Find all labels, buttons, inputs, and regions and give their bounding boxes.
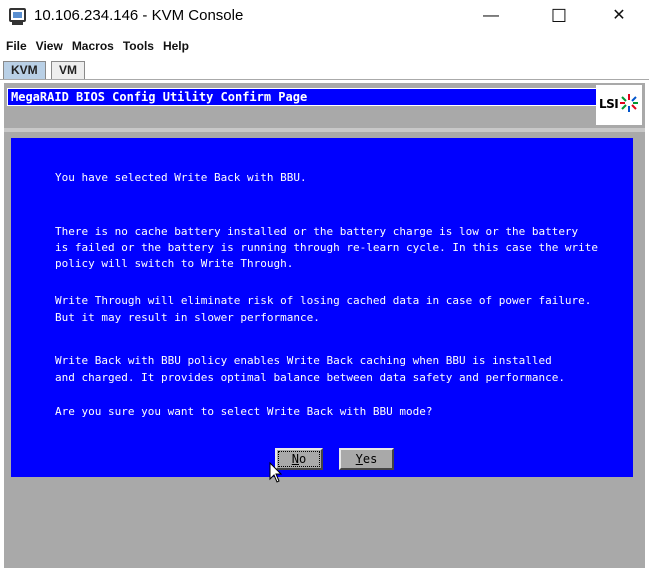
mouse-pointer-icon — [269, 462, 283, 483]
menu-tools[interactable]: Tools — [123, 36, 154, 56]
dialog-line: Write Through will eliminate risk of los… — [55, 294, 592, 307]
bios-header-bar: MegaRAID BIOS Config Utility Confirm Pag… — [7, 88, 597, 106]
title-bar: 10.106.234.146 - KVM Console — ☐ ✕ — [0, 0, 649, 32]
yes-button-label: es — [362, 452, 378, 466]
minimize-button[interactable]: — — [468, 0, 514, 32]
dialog-line: policy will switch to Write Through. — [55, 257, 294, 270]
monitor-icon — [9, 8, 26, 22]
dialog-line: There is no cache battery installed or t… — [55, 225, 579, 238]
bios-header-title: MegaRAID BIOS Config Utility Confirm Pag… — [11, 90, 308, 104]
menu-macros[interactable]: Macros — [72, 36, 114, 56]
no-button-hotkey: N — [291, 452, 299, 466]
window-title: 10.106.234.146 - KVM Console — [34, 7, 244, 24]
tab-strip: KVM VM — [0, 59, 649, 80]
dialog-line: You have selected Write Back with BBU. — [55, 171, 307, 184]
tab-kvm[interactable]: KVM — [3, 61, 46, 79]
dialog-line: and charged. It provides optimal balance… — [55, 371, 565, 384]
lsi-logo-text: LSI — [599, 97, 619, 111]
dialog-line: Write Back with BBU policy enables Write… — [55, 354, 552, 367]
confirm-dialog: You have selected Write Back with BBU. T… — [11, 138, 633, 477]
no-button-label: o — [299, 452, 307, 466]
menu-help[interactable]: Help — [163, 36, 189, 56]
dialog-line: Are you sure you want to select Write Ba… — [55, 405, 433, 418]
lsi-logo-mark-icon — [620, 94, 638, 112]
maximize-button[interactable]: ☐ — [536, 0, 582, 32]
kvm-screen[interactable]: MegaRAID BIOS Config Utility Confirm Pag… — [4, 83, 645, 568]
lsi-logo: LSI — [596, 85, 642, 125]
menu-file[interactable]: File — [6, 36, 27, 56]
monitor-stand — [12, 22, 23, 25]
yes-button[interactable]: Yes — [339, 448, 394, 470]
dialog-line: is failed or the battery is running thro… — [55, 241, 599, 254]
yes-button-hotkey: Y — [355, 452, 363, 466]
close-button[interactable]: ✕ — [596, 0, 642, 32]
menu-bar: File View Macros Tools Help — [0, 36, 649, 56]
menu-view[interactable]: View — [36, 36, 63, 56]
tab-vm[interactable]: VM — [51, 61, 85, 79]
dialog-line: But it may result in slower performance. — [55, 311, 320, 324]
header-separator — [4, 128, 645, 132]
